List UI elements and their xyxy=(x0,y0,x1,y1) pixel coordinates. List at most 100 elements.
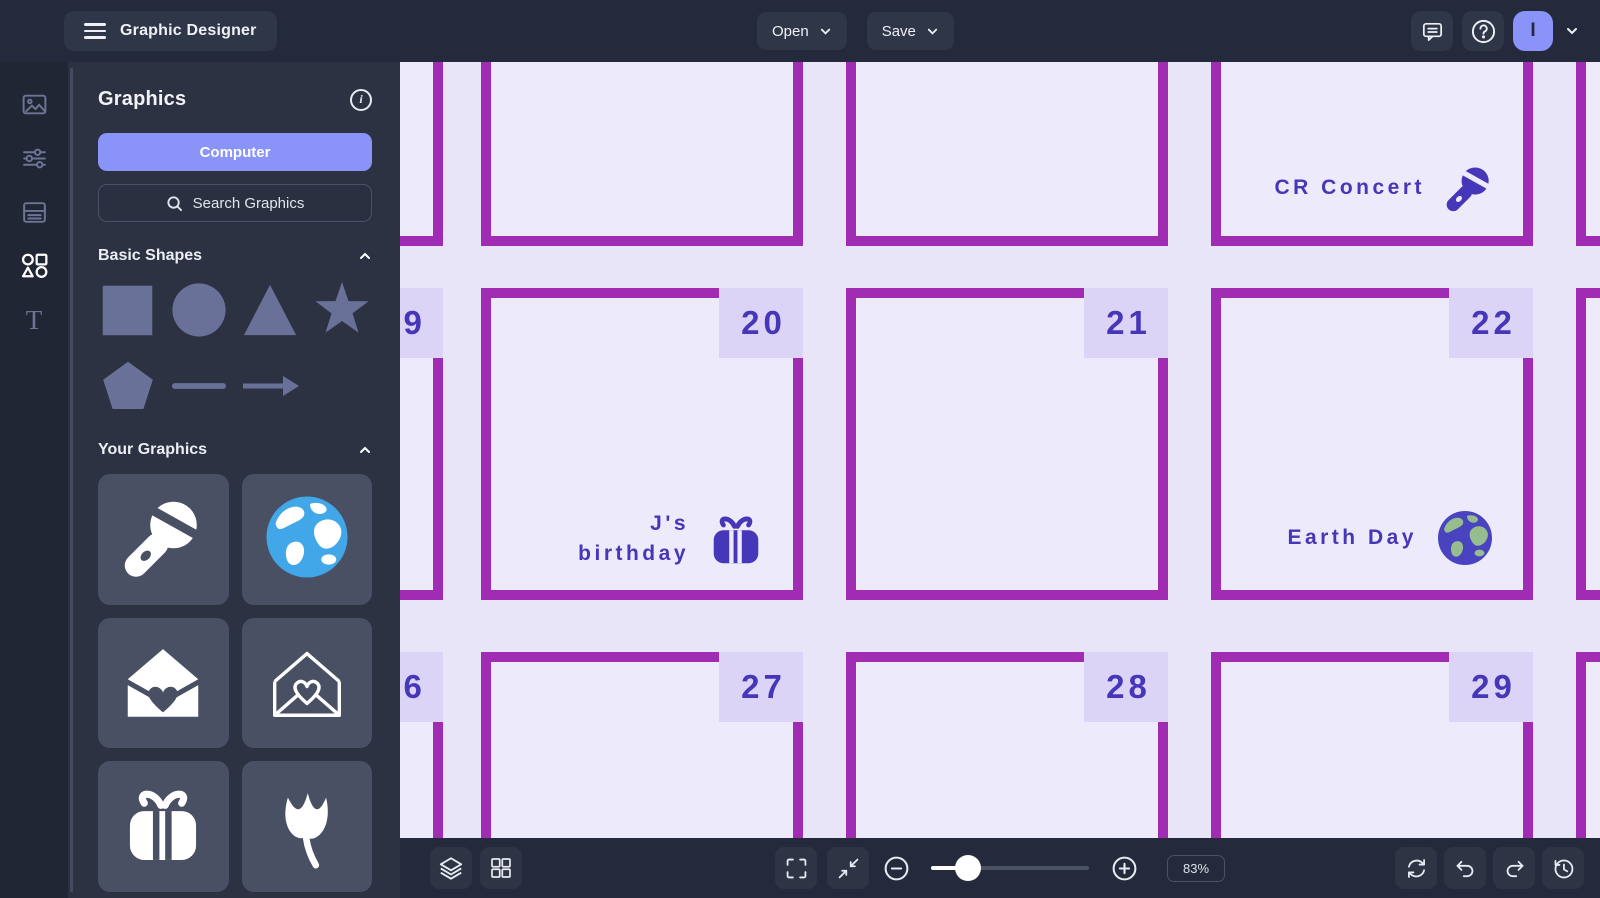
app-menu-button[interactable]: Graphic Designer xyxy=(64,11,277,51)
calendar-cell[interactable] xyxy=(481,62,803,246)
graphic-tile-gift-box[interactable] xyxy=(98,761,229,892)
shape-arrow[interactable] xyxy=(240,356,300,416)
zoom-percent: 83% xyxy=(1167,854,1225,882)
calendar-cell-20[interactable]: 20 J's birthday xyxy=(481,288,803,600)
fit-screen-button[interactable] xyxy=(827,847,869,889)
sidebar-item-text[interactable]: T xyxy=(15,302,53,338)
event-gift-icon xyxy=(705,508,767,570)
feedback-button[interactable] xyxy=(1411,11,1453,51)
avatar[interactable]: I xyxy=(1513,11,1553,51)
basic-shapes-header[interactable]: Basic Shapes xyxy=(98,247,372,265)
your-graphics-grid xyxy=(98,474,372,892)
calendar-cell-26[interactable]: 26 xyxy=(400,652,443,838)
app-title: Graphic Designer xyxy=(120,22,257,39)
history-icon xyxy=(1554,859,1573,878)
text-icon: T xyxy=(25,304,43,335)
sync-button[interactable] xyxy=(1395,847,1437,889)
calendar-event[interactable]: J's birthday xyxy=(578,508,767,570)
hamburger-icon xyxy=(84,23,106,39)
event-earth-icon xyxy=(1433,506,1497,570)
calendar-cell-22[interactable]: 22 Earth Day xyxy=(1211,288,1533,600)
shape-star[interactable] xyxy=(312,280,372,340)
file-actions: Open Save xyxy=(757,12,954,50)
zoom-slider[interactable] xyxy=(931,855,1089,881)
graphic-tile-earth-globe[interactable] xyxy=(241,474,372,605)
calendar-cell-29[interactable]: 29 xyxy=(1211,652,1533,838)
grid-view-button[interactable] xyxy=(480,847,522,889)
sidebar-item-graphics[interactable] xyxy=(15,248,53,284)
design-canvas[interactable]: CR Concert 19 20 J'sbirthday 21 22 Earth Day… xyxy=(400,62,1600,838)
zoom-out-icon xyxy=(884,856,908,880)
calendar-cell[interactable] xyxy=(1576,62,1600,246)
shape-square[interactable] xyxy=(100,283,155,338)
undo-button[interactable] xyxy=(1444,847,1486,889)
chevron-up-icon xyxy=(360,446,370,453)
layers-icon xyxy=(439,857,463,880)
chevron-down-icon xyxy=(927,28,938,35)
zoom-out-button[interactable] xyxy=(879,851,913,885)
sidebar-item-images[interactable] xyxy=(15,86,53,122)
date-badge[interactable]: 27 xyxy=(719,652,803,722)
account-menu-chevron[interactable] xyxy=(1562,24,1582,38)
sidebar-item-adjustments[interactable] xyxy=(15,140,53,176)
grid-icon xyxy=(491,858,511,878)
date-badge[interactable]: 28 xyxy=(1084,652,1168,722)
graphic-tile-envelope-heart-outline[interactable] xyxy=(241,617,372,748)
your-graphics-header[interactable]: Your Graphics xyxy=(98,441,372,459)
page-title: Graphics xyxy=(98,88,187,110)
fullscreen-icon xyxy=(786,858,806,878)
info-icon[interactable]: i xyxy=(350,88,372,111)
template-icon xyxy=(22,201,46,223)
computer-button[interactable]: Computer xyxy=(98,133,372,171)
help-button[interactable] xyxy=(1462,11,1504,51)
calendar-cell[interactable] xyxy=(846,62,1168,246)
date-badge[interactable]: 20 xyxy=(719,288,803,358)
canvas-toolbar: 83% xyxy=(400,838,1600,898)
calendar-cell-21[interactable]: 21 xyxy=(846,288,1168,600)
date-badge[interactable]: 29 xyxy=(1449,652,1533,722)
canvas-area: CR Concert 19 20 J'sbirthday 21 22 Earth Day… xyxy=(400,62,1600,898)
chevron-up-icon xyxy=(360,252,370,259)
calendar-cell[interactable]: CR Concert xyxy=(1211,62,1533,246)
save-button[interactable]: Save xyxy=(866,12,954,50)
graphic-tile-tulip[interactable] xyxy=(241,761,372,892)
shape-line[interactable] xyxy=(170,357,228,415)
earth-globe-icon xyxy=(259,489,355,590)
shape-triangle[interactable] xyxy=(241,281,299,339)
calendar-event[interactable]: CR Concert xyxy=(1274,160,1497,216)
redo-icon xyxy=(1506,860,1523,877)
gift-box-icon xyxy=(117,778,209,875)
date-badge[interactable]: 26 xyxy=(400,652,443,722)
calendar-cell-28[interactable]: 28 xyxy=(846,652,1168,838)
graphic-tile-envelope-heart-filled[interactable] xyxy=(98,617,229,748)
date-badge[interactable]: 21 xyxy=(1084,288,1168,358)
sidebar-item-templates[interactable] xyxy=(15,194,53,230)
zoom-slider-knob[interactable] xyxy=(955,855,981,881)
shape-circle[interactable] xyxy=(170,281,228,339)
chat-icon xyxy=(1422,22,1442,41)
calendar-cell[interactable] xyxy=(1576,288,1600,600)
redo-button[interactable] xyxy=(1493,847,1535,889)
calendar-cell[interactable] xyxy=(1576,652,1600,838)
date-badge[interactable]: 22 xyxy=(1449,288,1533,358)
event-label: J's birthday xyxy=(578,511,689,565)
open-button[interactable]: Open xyxy=(757,12,847,50)
shape-pentagon[interactable] xyxy=(100,358,156,414)
fullscreen-button[interactable] xyxy=(775,847,817,889)
date-badge[interactable]: 19 xyxy=(400,288,443,358)
layers-button[interactable] xyxy=(430,847,472,889)
graphic-tile-microphone[interactable] xyxy=(98,474,229,605)
search-graphics-button[interactable]: Search Graphics xyxy=(98,184,372,222)
image-icon xyxy=(22,94,46,114)
calendar-cell-27[interactable]: 27 xyxy=(481,652,803,838)
event-label: CR Concert xyxy=(1274,175,1425,199)
fit-screen-icon xyxy=(838,858,858,878)
calendar-cell[interactable] xyxy=(400,62,443,246)
calendar-event[interactable]: Earth Day xyxy=(1287,506,1497,570)
calendar-cell-19[interactable]: 19 xyxy=(400,288,443,600)
history-button[interactable] xyxy=(1542,847,1584,889)
graphics-panel: Graphics i Computer Search Graphics Basi… xyxy=(68,62,400,898)
zoom-in-icon xyxy=(1112,856,1136,880)
sync-icon xyxy=(1407,858,1425,878)
zoom-in-button[interactable] xyxy=(1107,851,1141,885)
